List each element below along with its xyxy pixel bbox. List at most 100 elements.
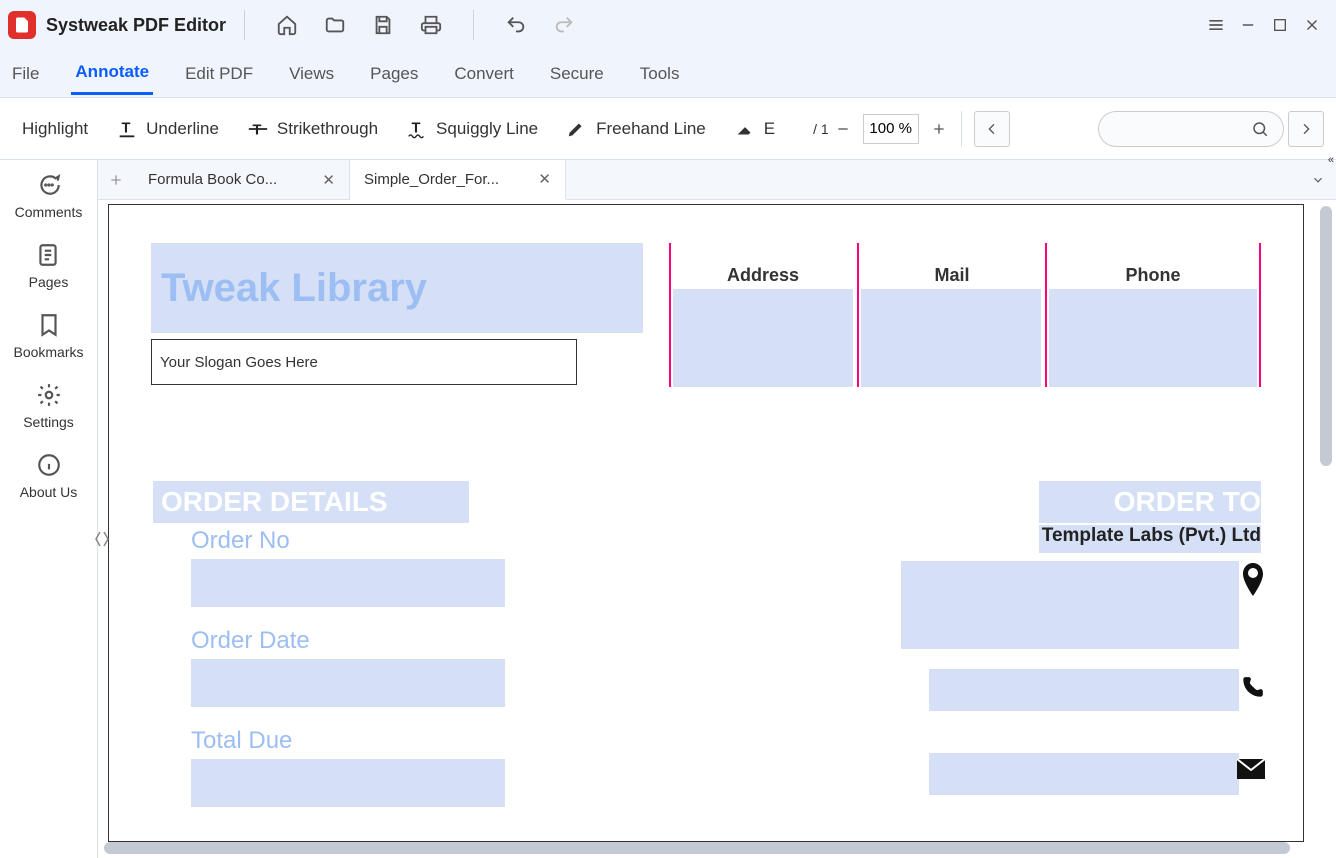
menu-editpdf[interactable]: Edit PDF <box>181 54 257 94</box>
tool-label: Underline <box>146 119 219 139</box>
tabs-dropdown[interactable]: « <box>1300 160 1336 199</box>
prev-page-button[interactable] <box>974 111 1010 147</box>
tool-freehand[interactable]: Freehand Line <box>552 118 720 140</box>
tool-underline[interactable]: T Underline <box>102 118 233 140</box>
divider-line <box>1259 243 1261 387</box>
main-area: Comments Pages Bookmarks Settings About … <box>0 160 1336 858</box>
collapse-handle[interactable] <box>94 524 110 557</box>
page-total: / 1 <box>813 121 829 137</box>
orderto-phone-field[interactable] <box>929 669 1239 711</box>
menu-file[interactable]: File <box>8 54 43 94</box>
order-no-label: Order No <box>191 527 290 555</box>
maximize-icon[interactable] <box>1268 13 1292 37</box>
tool-label: Squiggly Line <box>436 119 538 139</box>
svg-text:T: T <box>252 122 261 138</box>
col-mail: Mail <box>859 265 1045 286</box>
menu-secure[interactable]: Secure <box>546 54 608 94</box>
search-input[interactable] <box>1098 111 1284 147</box>
undo-icon[interactable] <box>504 13 528 37</box>
col-phone: Phone <box>1047 265 1259 286</box>
mail-icon <box>1237 759 1265 782</box>
zoom-input[interactable] <box>863 114 919 144</box>
svg-text:T: T <box>412 120 421 136</box>
divider <box>244 10 245 40</box>
doc-title: Tweak Library <box>151 243 643 333</box>
app-logo <box>8 11 36 39</box>
print-icon[interactable] <box>419 13 443 37</box>
order-date-field[interactable] <box>191 659 505 707</box>
menu-convert[interactable]: Convert <box>450 54 518 94</box>
doc-slogan[interactable]: Your Slogan Goes Here <box>151 339 577 385</box>
close-tab-icon[interactable]: ✕ <box>538 170 551 188</box>
orderto-address-field[interactable] <box>901 561 1239 649</box>
sidebar-label: Pages <box>29 274 69 290</box>
orderto-mail-field[interactable] <box>929 753 1239 795</box>
menu-annotate[interactable]: Annotate <box>71 52 153 95</box>
save-icon[interactable] <box>371 13 395 37</box>
divider <box>473 10 474 40</box>
col-address: Address <box>669 265 857 286</box>
sidebar-label: Comments <box>15 204 83 220</box>
tool-squiggly[interactable]: T Squiggly Line <box>392 118 552 140</box>
hamburger-icon[interactable] <box>1204 13 1228 37</box>
vertical-scrollbar[interactable] <box>1320 206 1332 466</box>
tabbar: Formula Book Co... ✕ Simple_Order_For...… <box>98 160 1336 200</box>
order-no-field[interactable] <box>191 559 505 607</box>
pdf-page[interactable]: Tweak Library Your Slogan Goes Here Addr… <box>108 204 1304 842</box>
sidebar-item-bookmarks[interactable]: Bookmarks <box>13 312 83 360</box>
page-input[interactable] <box>789 120 807 137</box>
menu-tools[interactable]: Tools <box>636 54 684 94</box>
order-details-heading: ORDER DETAILS <box>153 481 469 523</box>
tool-strikethrough[interactable]: T Strikethrough <box>233 118 392 140</box>
minimize-icon[interactable] <box>1236 13 1260 37</box>
home-icon[interactable] <box>275 13 299 37</box>
redo-icon[interactable] <box>552 13 576 37</box>
phone-field[interactable] <box>1049 289 1257 387</box>
total-due-field[interactable] <box>191 759 505 807</box>
open-icon[interactable] <box>323 13 347 37</box>
sidebar-item-settings[interactable]: Settings <box>23 382 74 430</box>
svg-text:T: T <box>122 120 131 136</box>
app-title: Systweak PDF Editor <box>46 15 226 36</box>
order-date-label: Order Date <box>191 627 310 655</box>
next-page-button[interactable] <box>1288 111 1324 147</box>
tool-highlight[interactable]: Highlight <box>8 119 102 139</box>
sidebar-item-pages[interactable]: Pages <box>29 242 69 290</box>
address-field[interactable] <box>673 289 853 387</box>
tab-label: Simple_Order_For... <box>364 171 499 188</box>
zoom-out-button[interactable] <box>829 115 857 143</box>
tool-label: E <box>764 119 775 139</box>
sidebar-item-about[interactable]: About Us <box>20 452 78 500</box>
left-panel: Comments Pages Bookmarks Settings About … <box>0 160 98 858</box>
menubar: File Annotate Edit PDF Views Pages Conve… <box>0 50 1336 98</box>
order-to-heading: ORDER TO <box>1039 481 1261 523</box>
titlebar: Systweak PDF Editor <box>0 0 1336 50</box>
menu-views[interactable]: Views <box>285 54 338 94</box>
close-tab-icon[interactable]: ✕ <box>322 171 335 189</box>
search-icon <box>1251 120 1269 138</box>
document-area: Formula Book Co... ✕ Simple_Order_For...… <box>98 160 1336 858</box>
close-icon[interactable] <box>1300 13 1324 37</box>
sidebar-item-comments[interactable]: Comments <box>15 172 83 220</box>
page-nav: / 1 <box>789 120 829 137</box>
mail-field[interactable] <box>861 289 1041 387</box>
sidebar-label: Bookmarks <box>13 344 83 360</box>
toolbar: Highlight T Underline T Strikethrough T … <box>0 98 1336 160</box>
phone-icon <box>1239 675 1265 704</box>
tool-eraser[interactable]: E <box>720 118 789 140</box>
separator <box>961 111 962 147</box>
sidebar-label: About Us <box>20 484 78 500</box>
tab-simple-order[interactable]: Simple_Order_For... ✕ <box>350 160 566 200</box>
total-due-label: Total Due <box>191 727 292 755</box>
canvas[interactable]: Tweak Library Your Slogan Goes Here Addr… <box>98 200 1336 858</box>
menu-pages[interactable]: Pages <box>366 54 422 94</box>
tool-label: Highlight <box>22 119 88 139</box>
order-to-company: Template Labs (Pvt.) Ltd <box>1039 525 1261 553</box>
tab-formula-book[interactable]: Formula Book Co... ✕ <box>134 160 350 199</box>
zoom-in-button[interactable] <box>925 115 953 143</box>
add-tab-button[interactable] <box>98 160 134 199</box>
horizontal-scrollbar[interactable] <box>104 842 1290 854</box>
tool-label: Strikethrough <box>277 119 378 139</box>
tool-label: Freehand Line <box>596 119 706 139</box>
sidebar-label: Settings <box>23 414 74 430</box>
